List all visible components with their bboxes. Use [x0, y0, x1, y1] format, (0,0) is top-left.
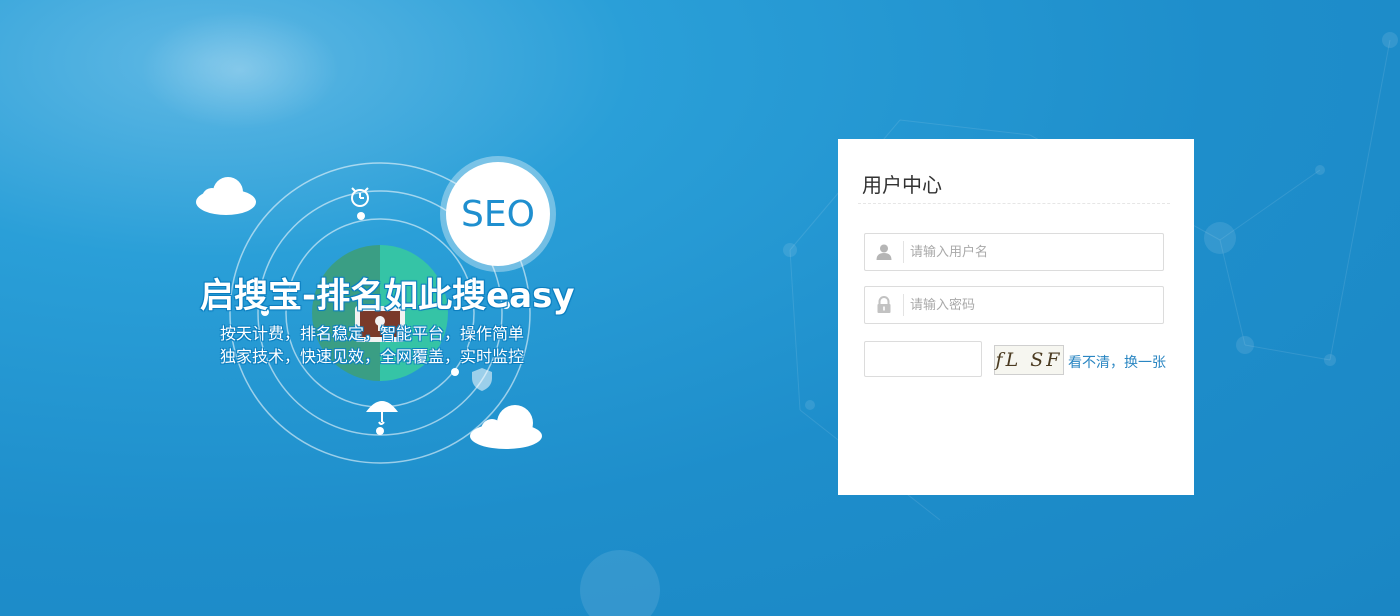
captcha-image[interactable]: fL SF	[994, 345, 1064, 375]
hero-title: 启搜宝-排名如此搜easy	[200, 276, 575, 316]
username-input[interactable]	[910, 234, 1155, 270]
password-field	[864, 286, 1164, 324]
seo-badge: SEO	[446, 162, 550, 266]
hero-illustration: SEO 启搜宝-排名如此搜easy 按天计费，排名稳定，智能平台，操作简单 独家…	[190, 150, 575, 480]
field-separator	[903, 294, 904, 316]
umbrella-icon	[366, 401, 398, 425]
hero-slogan-line-1: 按天计费，排名稳定，智能平台，操作简单	[220, 324, 525, 343]
login-page: SEO 启搜宝-排名如此搜easy 按天计费，排名稳定，智能平台，操作简单 独家…	[0, 0, 1400, 616]
cloud-icon	[196, 177, 256, 215]
refresh-captcha-link[interactable]: 看不清，换一张	[1068, 352, 1166, 372]
field-separator	[903, 241, 904, 263]
alarm-clock-icon	[351, 187, 369, 207]
shield-icon	[472, 368, 492, 391]
login-panel: 用户中心 fL SF 看	[838, 139, 1194, 495]
password-input[interactable]	[910, 287, 1155, 323]
lock-icon	[865, 287, 903, 323]
login-title: 用户中心	[862, 173, 942, 197]
hero-slogan-line-2: 独家技术，快速见效，全网覆盖，实时监控	[220, 347, 525, 366]
divider	[858, 203, 1170, 204]
captcha-input[interactable]	[864, 341, 982, 377]
username-field	[864, 233, 1164, 271]
user-icon	[865, 234, 903, 270]
cloud-icon-bottom	[470, 405, 542, 449]
